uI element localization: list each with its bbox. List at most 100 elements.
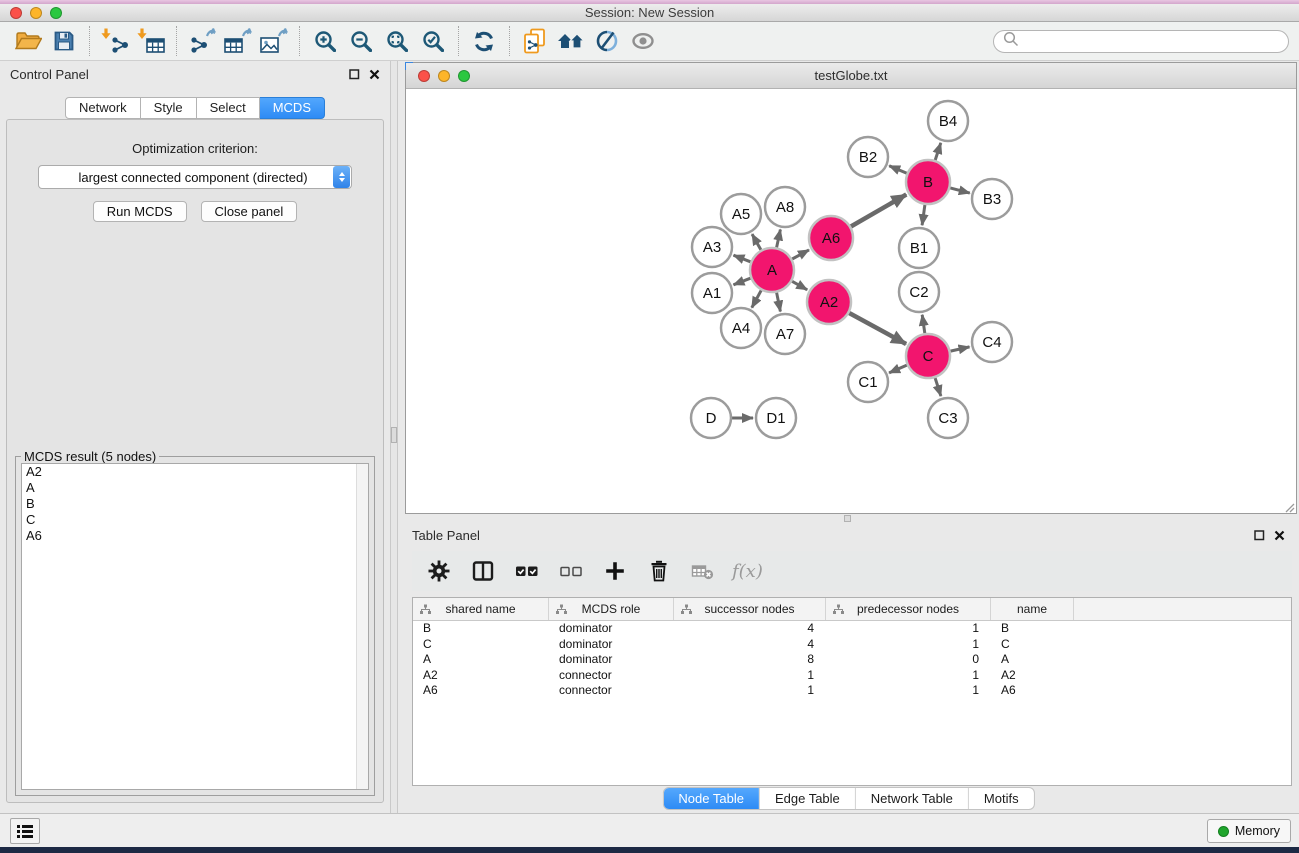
- settings-icon[interactable]: [424, 556, 454, 586]
- node-A1[interactable]: A1: [692, 273, 732, 313]
- node-C[interactable]: C: [906, 334, 950, 378]
- vertical-splitter[interactable]: [390, 61, 398, 813]
- column-header-name[interactable]: name: [991, 598, 1074, 620]
- network-titlebar[interactable]: testGlobe.txt: [406, 63, 1296, 89]
- splitter-grip[interactable]: [391, 427, 397, 443]
- result-scrollbar[interactable]: [356, 464, 368, 789]
- node-A8[interactable]: A8: [765, 187, 805, 227]
- result-item[interactable]: B: [22, 496, 368, 512]
- task-history-button[interactable]: [10, 818, 40, 844]
- add-row-icon[interactable]: [600, 556, 630, 586]
- column-header-shared-name[interactable]: shared name: [413, 598, 549, 620]
- tab-network[interactable]: Network: [65, 97, 141, 119]
- zoom-out-icon[interactable]: [343, 25, 379, 57]
- resize-grip-icon[interactable]: [1283, 500, 1295, 512]
- table-row[interactable]: A2connector11A2: [413, 668, 1291, 684]
- vizmap-preview-icon[interactable]: [589, 25, 625, 57]
- search-input[interactable]: [1019, 34, 1280, 48]
- export-image-icon[interactable]: [256, 25, 292, 57]
- result-item[interactable]: A2: [22, 464, 368, 480]
- node-B2[interactable]: B2: [848, 137, 888, 177]
- cell-shared-name[interactable]: C: [413, 637, 549, 653]
- node-B1[interactable]: B1: [899, 228, 939, 268]
- node-D1[interactable]: D1: [756, 398, 796, 438]
- tab-style[interactable]: Style: [141, 97, 197, 119]
- tab-motifs[interactable]: Motifs: [968, 788, 1034, 809]
- network-graph[interactable]: A A1 A2 A3 A4 A5 A6 A7 A8 B B1 B2 B3: [406, 89, 1296, 513]
- export-table-icon[interactable]: [220, 25, 256, 57]
- cell-predecessor-nodes[interactable]: 1: [826, 683, 991, 699]
- column-header-MCDS-role[interactable]: MCDS role: [549, 598, 674, 620]
- cell-predecessor-nodes[interactable]: 0: [826, 652, 991, 668]
- save-session-icon[interactable]: [46, 25, 82, 57]
- node-A3[interactable]: A3: [692, 227, 732, 267]
- result-item[interactable]: A6: [22, 528, 368, 544]
- select-all-icon[interactable]: [512, 556, 542, 586]
- node-A6[interactable]: A6: [809, 216, 853, 260]
- node-A5[interactable]: A5: [721, 194, 761, 234]
- cell-successor-nodes[interactable]: 8: [674, 652, 826, 668]
- node-B3[interactable]: B3: [972, 179, 1012, 219]
- table-row[interactable]: A6connector11A6: [413, 683, 1291, 699]
- zoom-in-icon[interactable]: [307, 25, 343, 57]
- cell-shared-name[interactable]: A6: [413, 683, 549, 699]
- node-C3[interactable]: C3: [928, 398, 968, 438]
- node-C4[interactable]: C4: [972, 322, 1012, 362]
- network-overview-icon[interactable]: [553, 25, 589, 57]
- cell-predecessor-nodes[interactable]: 1: [826, 668, 991, 684]
- tab-network-table[interactable]: Network Table: [855, 788, 968, 809]
- cell-MCDS-role[interactable]: connector: [549, 668, 674, 684]
- search-field[interactable]: [993, 30, 1289, 53]
- node-A2[interactable]: A2: [807, 280, 851, 324]
- memory-button[interactable]: Memory: [1207, 819, 1291, 843]
- cell-predecessor-nodes[interactable]: 1: [826, 637, 991, 653]
- cell-predecessor-nodes[interactable]: 1: [826, 621, 991, 637]
- table-row[interactable]: Cdominator41C: [413, 637, 1291, 653]
- table-row[interactable]: Adominator80A: [413, 652, 1291, 668]
- tab-select[interactable]: Select: [197, 97, 260, 119]
- cell-shared-name[interactable]: A: [413, 652, 549, 668]
- node-C2[interactable]: C2: [899, 272, 939, 312]
- zoom-selected-icon[interactable]: [415, 25, 451, 57]
- column-header-predecessor-nodes[interactable]: predecessor nodes: [826, 598, 991, 620]
- float-panel-icon[interactable]: [1253, 529, 1265, 541]
- cell-successor-nodes[interactable]: 4: [674, 621, 826, 637]
- cell-MCDS-role[interactable]: connector: [549, 683, 674, 699]
- copy-network-icon[interactable]: [517, 25, 553, 57]
- cell-name[interactable]: A2: [991, 668, 1074, 684]
- graphics-details-icon[interactable]: [625, 25, 661, 57]
- function-builder-button[interactable]: f(x): [732, 561, 763, 582]
- horizontal-splitter[interactable]: [398, 514, 1299, 523]
- export-network-icon[interactable]: [184, 25, 220, 57]
- node-B4[interactable]: B4: [928, 101, 968, 141]
- cell-shared-name[interactable]: B: [413, 621, 549, 637]
- close-panel-icon[interactable]: [1273, 529, 1285, 541]
- cell-successor-nodes[interactable]: 1: [674, 668, 826, 684]
- cell-successor-nodes[interactable]: 4: [674, 637, 826, 653]
- cell-successor-nodes[interactable]: 1: [674, 683, 826, 699]
- table-row[interactable]: Bdominator41B: [413, 621, 1291, 637]
- result-item[interactable]: A: [22, 480, 368, 496]
- tab-edge-table[interactable]: Edge Table: [759, 788, 855, 809]
- criterion-dropdown[interactable]: largest connected component (directed): [38, 165, 352, 189]
- tab-mcds[interactable]: MCDS: [260, 97, 325, 119]
- cell-name[interactable]: A6: [991, 683, 1074, 699]
- cell-MCDS-role[interactable]: dominator: [549, 621, 674, 637]
- split-view-icon[interactable]: [468, 556, 498, 586]
- deselect-all-icon[interactable]: [556, 556, 586, 586]
- delete-table-icon[interactable]: [688, 556, 718, 586]
- refresh-view-icon[interactable]: [466, 25, 502, 57]
- float-panel-icon[interactable]: [348, 69, 360, 81]
- node-A4[interactable]: A4: [721, 308, 761, 348]
- node-C1[interactable]: C1: [848, 362, 888, 402]
- close-panel-icon[interactable]: [368, 69, 380, 81]
- import-table-icon[interactable]: [133, 25, 169, 57]
- cell-shared-name[interactable]: A2: [413, 668, 549, 684]
- run-mcds-button[interactable]: Run MCDS: [93, 201, 187, 222]
- node-D[interactable]: D: [691, 398, 731, 438]
- tab-node-table[interactable]: Node Table: [663, 788, 759, 809]
- cell-MCDS-role[interactable]: dominator: [549, 637, 674, 653]
- result-item[interactable]: C: [22, 512, 368, 528]
- import-network-icon[interactable]: [97, 25, 133, 57]
- cell-MCDS-role[interactable]: dominator: [549, 652, 674, 668]
